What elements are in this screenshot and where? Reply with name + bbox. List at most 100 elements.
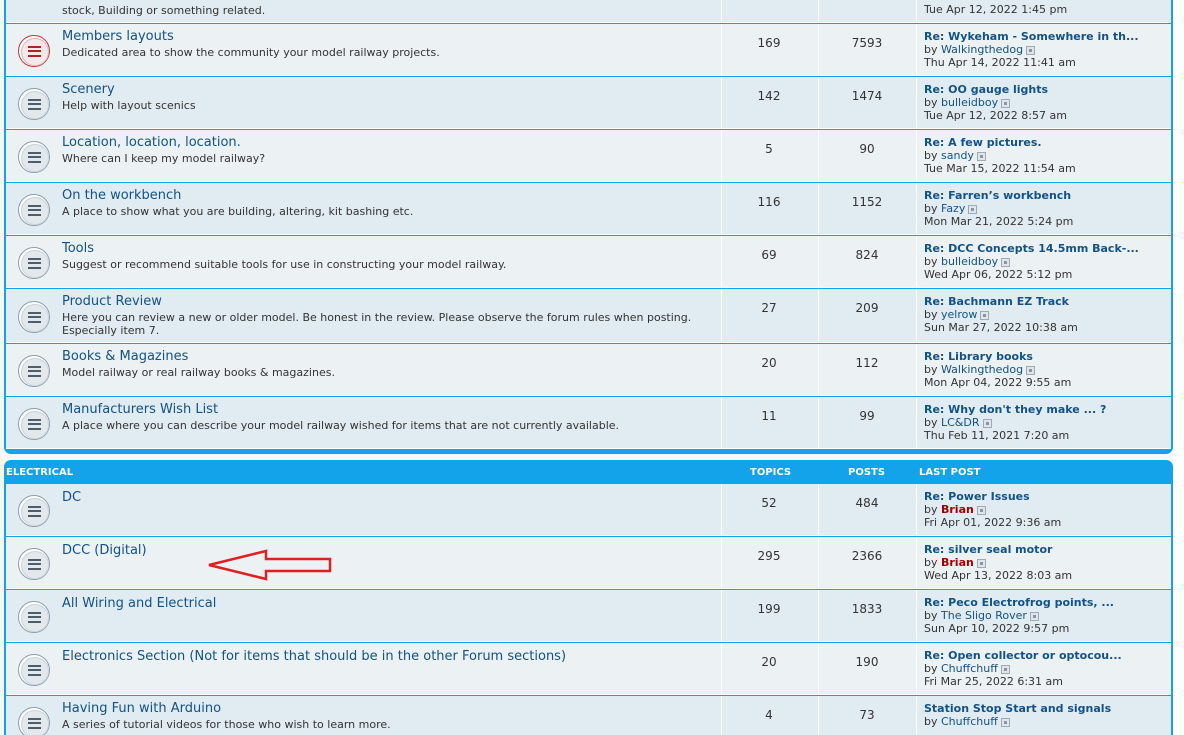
username-link[interactable]: sandy	[941, 149, 974, 162]
last-post-title-link[interactable]: Re: A few pictures.	[924, 136, 1164, 149]
last-post-title-link[interactable]: Re: Wykeham - Somewhere in th...	[924, 30, 1164, 43]
forum-title-link[interactable]: On the workbench	[62, 188, 181, 203]
last-post: Re: Wykeham - Somewhere in th... by Walk…	[924, 30, 1164, 69]
username-link[interactable]: Walkingthedog	[941, 43, 1023, 56]
view-latest-post-icon[interactable]	[1001, 98, 1011, 108]
forum-row-workbench[interactable]: On the workbench A place to show what yo…	[6, 183, 1171, 235]
forum-row-partial[interactable]: stock, Building or something related. Tu…	[6, 0, 1171, 23]
last-post: Station Stop Start and signals by Chuffc…	[924, 702, 1164, 728]
username-link[interactable]: yelrow	[941, 308, 977, 321]
view-latest-post-icon[interactable]	[1000, 664, 1010, 674]
forum-row-tools[interactable]: Tools Suggest or recommend suitable tool…	[6, 236, 1171, 288]
forum-row-books[interactable]: Books & Magazines Model railway or real …	[6, 344, 1171, 396]
last-post-title-link[interactable]: Re: Bachmann EZ Track	[924, 295, 1164, 308]
forum-row-arduino[interactable]: Having Fun with Arduino A series of tuto…	[6, 696, 1171, 735]
last-post-title-link[interactable]: Re: Farren’s workbench	[924, 189, 1164, 202]
topics-count: 27	[761, 301, 777, 315]
view-latest-post-icon[interactable]	[980, 310, 990, 320]
last-post-title-link[interactable]: Re: Open collector or optocou...	[924, 649, 1164, 662]
view-latest-post-icon[interactable]	[968, 204, 978, 214]
view-latest-post-icon[interactable]	[1026, 365, 1036, 375]
last-post-column-header: LAST POST	[919, 467, 981, 478]
username-link[interactable]: Chuffchuff	[941, 662, 998, 675]
category-title-link[interactable]: ELECTRICAL	[6, 467, 73, 478]
last-post-title-link[interactable]: Re: OO gauge lights	[924, 83, 1164, 96]
category-header: ELECTRICAL TOPICS POSTS LAST POST	[4, 460, 1173, 484]
forum-row-product-review[interactable]: Product Review Here you can review a new…	[6, 289, 1171, 343]
last-post: Re: Peco Electrofrog points, ... by The …	[924, 596, 1164, 635]
forum-title-link[interactable]: Books & Magazines	[62, 349, 188, 364]
forum-row-scenery[interactable]: Scenery Help with layout scenics 142 147…	[6, 77, 1171, 129]
last-post-title-link[interactable]: Re: Peco Electrofrog points, ...	[924, 596, 1164, 609]
posts-count: 90	[859, 142, 875, 156]
forum-read-icon	[18, 654, 50, 686]
view-latest-post-icon[interactable]	[1001, 257, 1011, 267]
topics-count: 5	[765, 142, 773, 156]
forum-row-dc[interactable]: DC 52 484 Re: Power Issues by Brian Fri …	[6, 484, 1171, 536]
by-label: by	[924, 662, 938, 675]
forum-row-wish-list[interactable]: Manufacturers Wish List A place where yo…	[6, 397, 1171, 449]
last-post: Re: A few pictures. by sandy Tue Mar 15,…	[924, 136, 1164, 175]
view-latest-post-icon[interactable]	[1000, 717, 1010, 727]
forum-category-panel-electrical: ELECTRICAL TOPICS POSTS LAST POST DC 52 …	[4, 460, 1173, 735]
last-post-date: Tue Apr 12, 2022 1:45 pm	[924, 3, 1068, 16]
forum-row-wiring[interactable]: All Wiring and Electrical 199 1833 Re: P…	[6, 590, 1171, 642]
posts-count: 112	[855, 356, 879, 370]
username-link[interactable]: Brian	[941, 503, 974, 516]
forum-title-link[interactable]: DC	[62, 490, 81, 505]
forum-description: A place to show what you are building, a…	[62, 205, 414, 218]
forum-row-location[interactable]: Location, location, location. Where can …	[6, 130, 1171, 182]
view-latest-post-icon[interactable]	[1026, 45, 1036, 55]
last-post-date: Sun Mar 27, 2022 10:38 am	[924, 321, 1078, 334]
username-link[interactable]: bulleidboy	[941, 255, 998, 268]
view-latest-post-icon[interactable]	[1029, 611, 1039, 621]
last-post: Re: Library books by Walkingthedog Mon A…	[924, 350, 1164, 389]
last-post-title-link[interactable]: Re: Power Issues	[924, 490, 1164, 503]
last-post-title-link[interactable]: Re: silver seal motor	[924, 543, 1164, 556]
forum-title-link[interactable]: Tools	[62, 241, 94, 256]
forum-title-link[interactable]: Location, location, location.	[62, 135, 241, 150]
topics-count: 295	[757, 549, 781, 563]
view-latest-post-icon[interactable]	[976, 151, 986, 161]
forum-title-link[interactable]: Manufacturers Wish List	[62, 402, 218, 417]
forum-read-icon	[18, 707, 50, 735]
last-post-date: Thu Feb 11, 2021 7:20 am	[924, 429, 1070, 442]
forum-row-electronics[interactable]: Electronics Section (Not for items that …	[6, 643, 1171, 695]
posts-count: 484	[855, 496, 879, 510]
forum-row-members-layouts[interactable]: Members layouts Dedicated area to show t…	[6, 24, 1171, 76]
forum-title-link[interactable]: Members layouts	[62, 29, 174, 44]
topics-count: 20	[761, 655, 777, 669]
view-latest-post-icon[interactable]	[982, 418, 992, 428]
last-post-date: Fri Mar 25, 2022 6:31 am	[924, 675, 1063, 688]
view-latest-post-icon[interactable]	[976, 558, 986, 568]
username-link[interactable]: LC&DR	[941, 416, 980, 429]
topics-count: 4	[765, 708, 773, 722]
last-post-title-link[interactable]: Re: DCC Concepts 14.5mm Back-...	[924, 242, 1164, 255]
forum-read-icon	[18, 601, 50, 633]
last-post: Re: Open collector or optocou... by Chuf…	[924, 649, 1164, 688]
forum-title-link[interactable]: All Wiring and Electrical	[62, 596, 216, 611]
forum-title-link[interactable]: Scenery	[62, 82, 115, 97]
forum-read-icon	[18, 301, 50, 333]
forum-unread-icon	[18, 35, 50, 67]
forum-title-link[interactable]: DCC (Digital)	[62, 543, 147, 558]
by-label: by	[924, 149, 938, 162]
username-link[interactable]: bulleidboy	[941, 96, 998, 109]
forum-title-link[interactable]: Having Fun with Arduino	[62, 701, 221, 716]
forum-title-link[interactable]: Product Review	[62, 294, 162, 309]
forum-description: Suggest or recommend suitable tools for …	[62, 258, 507, 271]
last-post-title-link[interactable]: Re: Why don't they make ... ?	[924, 403, 1164, 416]
last-post-title-link[interactable]: Re: Library books	[924, 350, 1164, 363]
forum-row-dcc[interactable]: DCC (Digital) 295 2366 Re: silver seal m…	[6, 537, 1171, 589]
username-link[interactable]: Fazy	[941, 202, 965, 215]
forum-title-link[interactable]: Electronics Section (Not for items that …	[62, 649, 566, 664]
forum-read-icon	[18, 88, 50, 120]
username-link[interactable]: Walkingthedog	[941, 363, 1023, 376]
username-link[interactable]: The Sligo Rover	[941, 609, 1027, 622]
username-link[interactable]: Brian	[941, 556, 974, 569]
username-link[interactable]: Chuffchuff	[941, 715, 998, 728]
view-latest-post-icon[interactable]	[976, 505, 986, 515]
last-post-title-link[interactable]: Station Stop Start and signals	[924, 702, 1164, 715]
posts-count: 1833	[851, 602, 883, 616]
topics-count: 52	[761, 496, 777, 510]
